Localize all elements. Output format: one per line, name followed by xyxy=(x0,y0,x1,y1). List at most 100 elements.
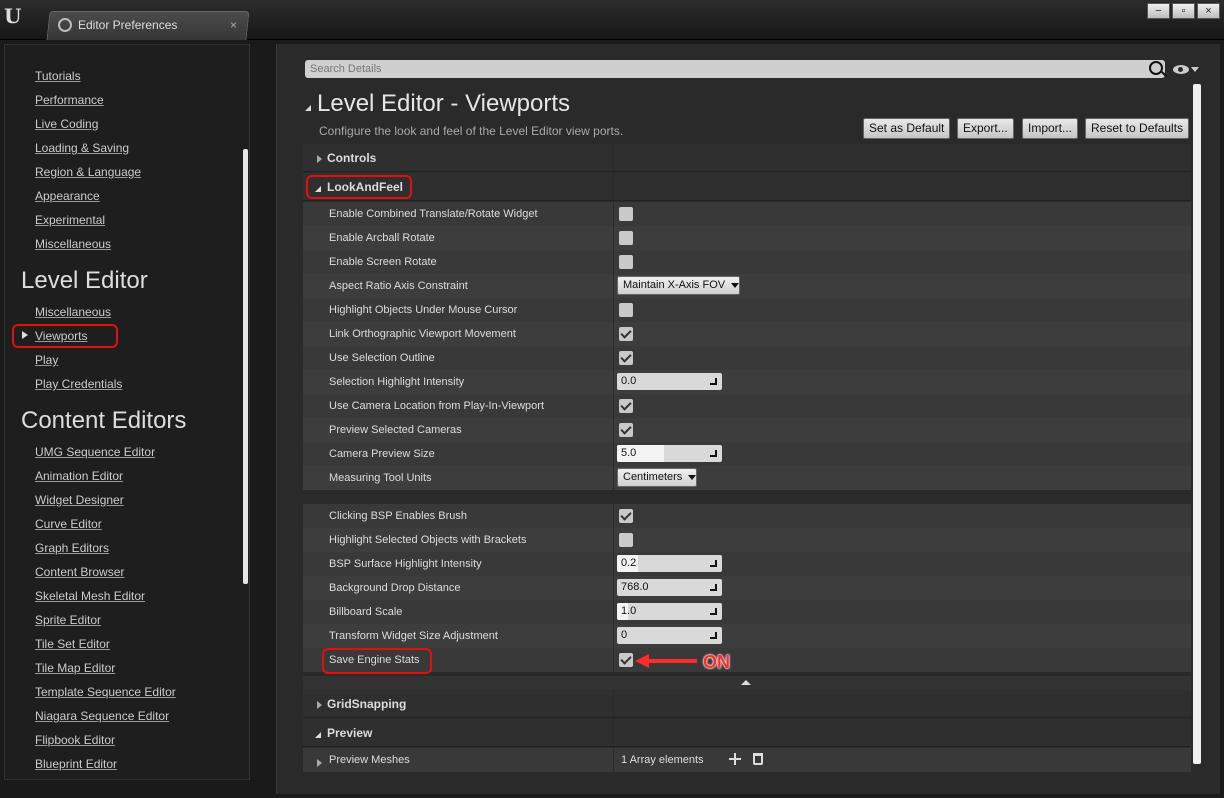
checkbox[interactable] xyxy=(619,533,633,547)
nav-item-widget-designer[interactable]: Widget Designer xyxy=(35,493,124,507)
eye-icon[interactable] xyxy=(1173,65,1189,74)
nav-item-niagara-sequence[interactable]: Niagara Sequence Editor xyxy=(35,709,169,723)
nav-item-content-browser[interactable]: Content Browser xyxy=(35,565,124,579)
dropdown[interactable]: Centimeters xyxy=(617,468,698,487)
minimize-button[interactable]: − xyxy=(1147,3,1170,19)
category-controls[interactable]: Controls xyxy=(303,144,1191,172)
category-lookandfeel[interactable]: LookAndFeel xyxy=(303,173,1191,201)
checkbox[interactable] xyxy=(619,351,633,365)
nav-item-tutorials[interactable]: Tutorials xyxy=(35,69,81,83)
import-button[interactable]: Import... xyxy=(1022,118,1079,139)
prop-label: BSP Surface Highlight Intensity xyxy=(329,558,482,570)
prop-label: Clicking BSP Enables Brush xyxy=(329,510,467,522)
column-separator xyxy=(613,442,614,466)
nav-item-umg[interactable]: UMG Sequence Editor xyxy=(35,445,155,459)
nav-item-tile-map[interactable]: Tile Map Editor xyxy=(35,661,115,675)
add-icon[interactable] xyxy=(729,753,741,765)
prop-row-preview-meshes[interactable]: Preview Meshes 1 Array elements xyxy=(303,748,1191,772)
tab-close-icon[interactable]: × xyxy=(230,18,237,32)
prop-row-enable-combined-translate-rotate-widget: Enable Combined Translate/Rotate Widget xyxy=(303,202,1191,226)
settings-icon xyxy=(58,18,72,32)
prop-label: Billboard Scale xyxy=(329,606,403,618)
nav-item-performance[interactable]: Performance xyxy=(35,93,104,107)
close-button[interactable]: × xyxy=(1197,3,1220,19)
search-input[interactable]: Search Details xyxy=(305,60,1165,78)
checkbox[interactable] xyxy=(619,653,633,667)
column-separator xyxy=(613,322,614,346)
nav-item-flipbook[interactable]: Flipbook Editor xyxy=(35,733,115,747)
dropdown[interactable]: Maintain X-Axis FOV xyxy=(617,276,741,295)
nav-item-loading-saving[interactable]: Loading & Saving xyxy=(35,141,129,155)
number-field[interactable]: 5.0 xyxy=(617,445,722,462)
nav-item-play[interactable]: Play xyxy=(35,353,58,367)
category-gridsnapping[interactable]: GridSnapping xyxy=(303,690,1191,718)
checkbox[interactable] xyxy=(619,327,633,341)
number-field[interactable]: 0.2 xyxy=(617,555,722,572)
prop-label: Use Camera Location from Play-In-Viewpor… xyxy=(329,400,544,412)
nav-item-le-miscellaneous[interactable]: Miscellaneous xyxy=(35,305,111,319)
nav-item-graph-editors[interactable]: Graph Editors xyxy=(35,541,109,555)
details-scrollbar[interactable] xyxy=(1193,84,1201,764)
checkbox[interactable] xyxy=(619,231,633,245)
nav-item-sprite-editor[interactable]: Sprite Editor xyxy=(35,613,101,627)
column-separator xyxy=(613,298,614,322)
nav-item-live-coding[interactable]: Live Coding xyxy=(35,117,98,131)
nav-item-blueprint[interactable]: Blueprint Editor xyxy=(35,757,117,771)
chevron-down-icon[interactable] xyxy=(1191,67,1199,72)
search-icon[interactable] xyxy=(1149,61,1163,75)
reset-to-defaults-button[interactable]: Reset to Defaults xyxy=(1085,118,1190,139)
nav-item-curve-editor[interactable]: Curve Editor xyxy=(35,517,102,531)
export-button[interactable]: Export... xyxy=(957,118,1014,139)
number-field[interactable]: 1.0 xyxy=(617,603,722,620)
nav-item-template-sequence[interactable]: Template Sequence Editor xyxy=(35,685,176,699)
number-field[interactable]: 0.0 xyxy=(617,373,722,390)
prop-row-camera-preview-size: Camera Preview Size 5.0 xyxy=(303,442,1191,466)
column-separator xyxy=(613,600,614,624)
category-preview[interactable]: Preview xyxy=(303,719,1191,747)
prop-row-highlight-selected-objects-with-brackets: Highlight Selected Objects with Brackets xyxy=(303,528,1191,552)
nav-item-play-credentials[interactable]: Play Credentials xyxy=(35,377,122,391)
checkbox[interactable] xyxy=(619,303,633,317)
prop-label: Enable Screen Rotate xyxy=(329,256,437,268)
prop-row-enable-arcball-rotate: Enable Arcball Rotate xyxy=(303,226,1191,250)
number-value: 5.0 xyxy=(621,447,637,459)
advanced-collapse-bar[interactable] xyxy=(303,676,1191,690)
tab-editor-preferences[interactable]: Editor Preferences × xyxy=(58,11,243,39)
page-title: Level Editor - Viewports xyxy=(317,90,571,117)
column-separator xyxy=(613,648,614,672)
nav-item-animation[interactable]: Animation Editor xyxy=(35,469,123,483)
column-separator xyxy=(613,624,614,648)
nav-item-tile-set[interactable]: Tile Set Editor xyxy=(35,637,110,651)
highlight-lookandfeel xyxy=(306,175,412,199)
nav-scrollbar[interactable] xyxy=(243,149,248,584)
column-separator xyxy=(613,346,614,370)
section-content-editors: Content Editors xyxy=(21,407,187,434)
nav-item-region-language[interactable]: Region & Language xyxy=(35,165,141,179)
prop-row-selection-highlight-intensity: Selection Highlight Intensity 0.0 xyxy=(303,370,1191,394)
tab-label: Editor Preferences xyxy=(78,18,178,32)
nav-item-experimental[interactable]: Experimental xyxy=(35,213,105,227)
prop-row-measuring-tool-units: Measuring Tool Units Centimeters xyxy=(303,466,1191,490)
trash-icon[interactable] xyxy=(753,753,763,765)
nav-item-skeletal-mesh[interactable]: Skeletal Mesh Editor xyxy=(35,589,145,603)
column-separator xyxy=(613,202,614,226)
checkbox[interactable] xyxy=(619,255,633,269)
number-field[interactable]: 768.0 xyxy=(617,579,722,596)
collapse-arrow-icon[interactable] xyxy=(305,99,311,111)
maximize-button[interactable]: ▫ xyxy=(1172,3,1195,19)
column-separator xyxy=(613,690,614,717)
nav-item-appearance[interactable]: Appearance xyxy=(35,189,100,203)
nav-item-miscellaneous[interactable]: Miscellaneous xyxy=(35,237,111,251)
prop-row-bsp-surface-highlight-intensity: BSP Surface Highlight Intensity 0.2 xyxy=(303,552,1191,576)
checkbox[interactable] xyxy=(619,399,633,413)
column-separator xyxy=(613,144,614,171)
column-separator xyxy=(613,552,614,576)
checkbox[interactable] xyxy=(619,423,633,437)
category-label: GridSnapping xyxy=(327,697,407,711)
checkbox[interactable] xyxy=(619,207,633,221)
column-separator xyxy=(613,274,614,298)
number-field[interactable]: 0 xyxy=(617,627,722,644)
checkbox[interactable] xyxy=(619,509,633,523)
set-as-default-button[interactable]: Set as Default xyxy=(863,118,951,139)
annotation-arrow xyxy=(635,654,697,668)
